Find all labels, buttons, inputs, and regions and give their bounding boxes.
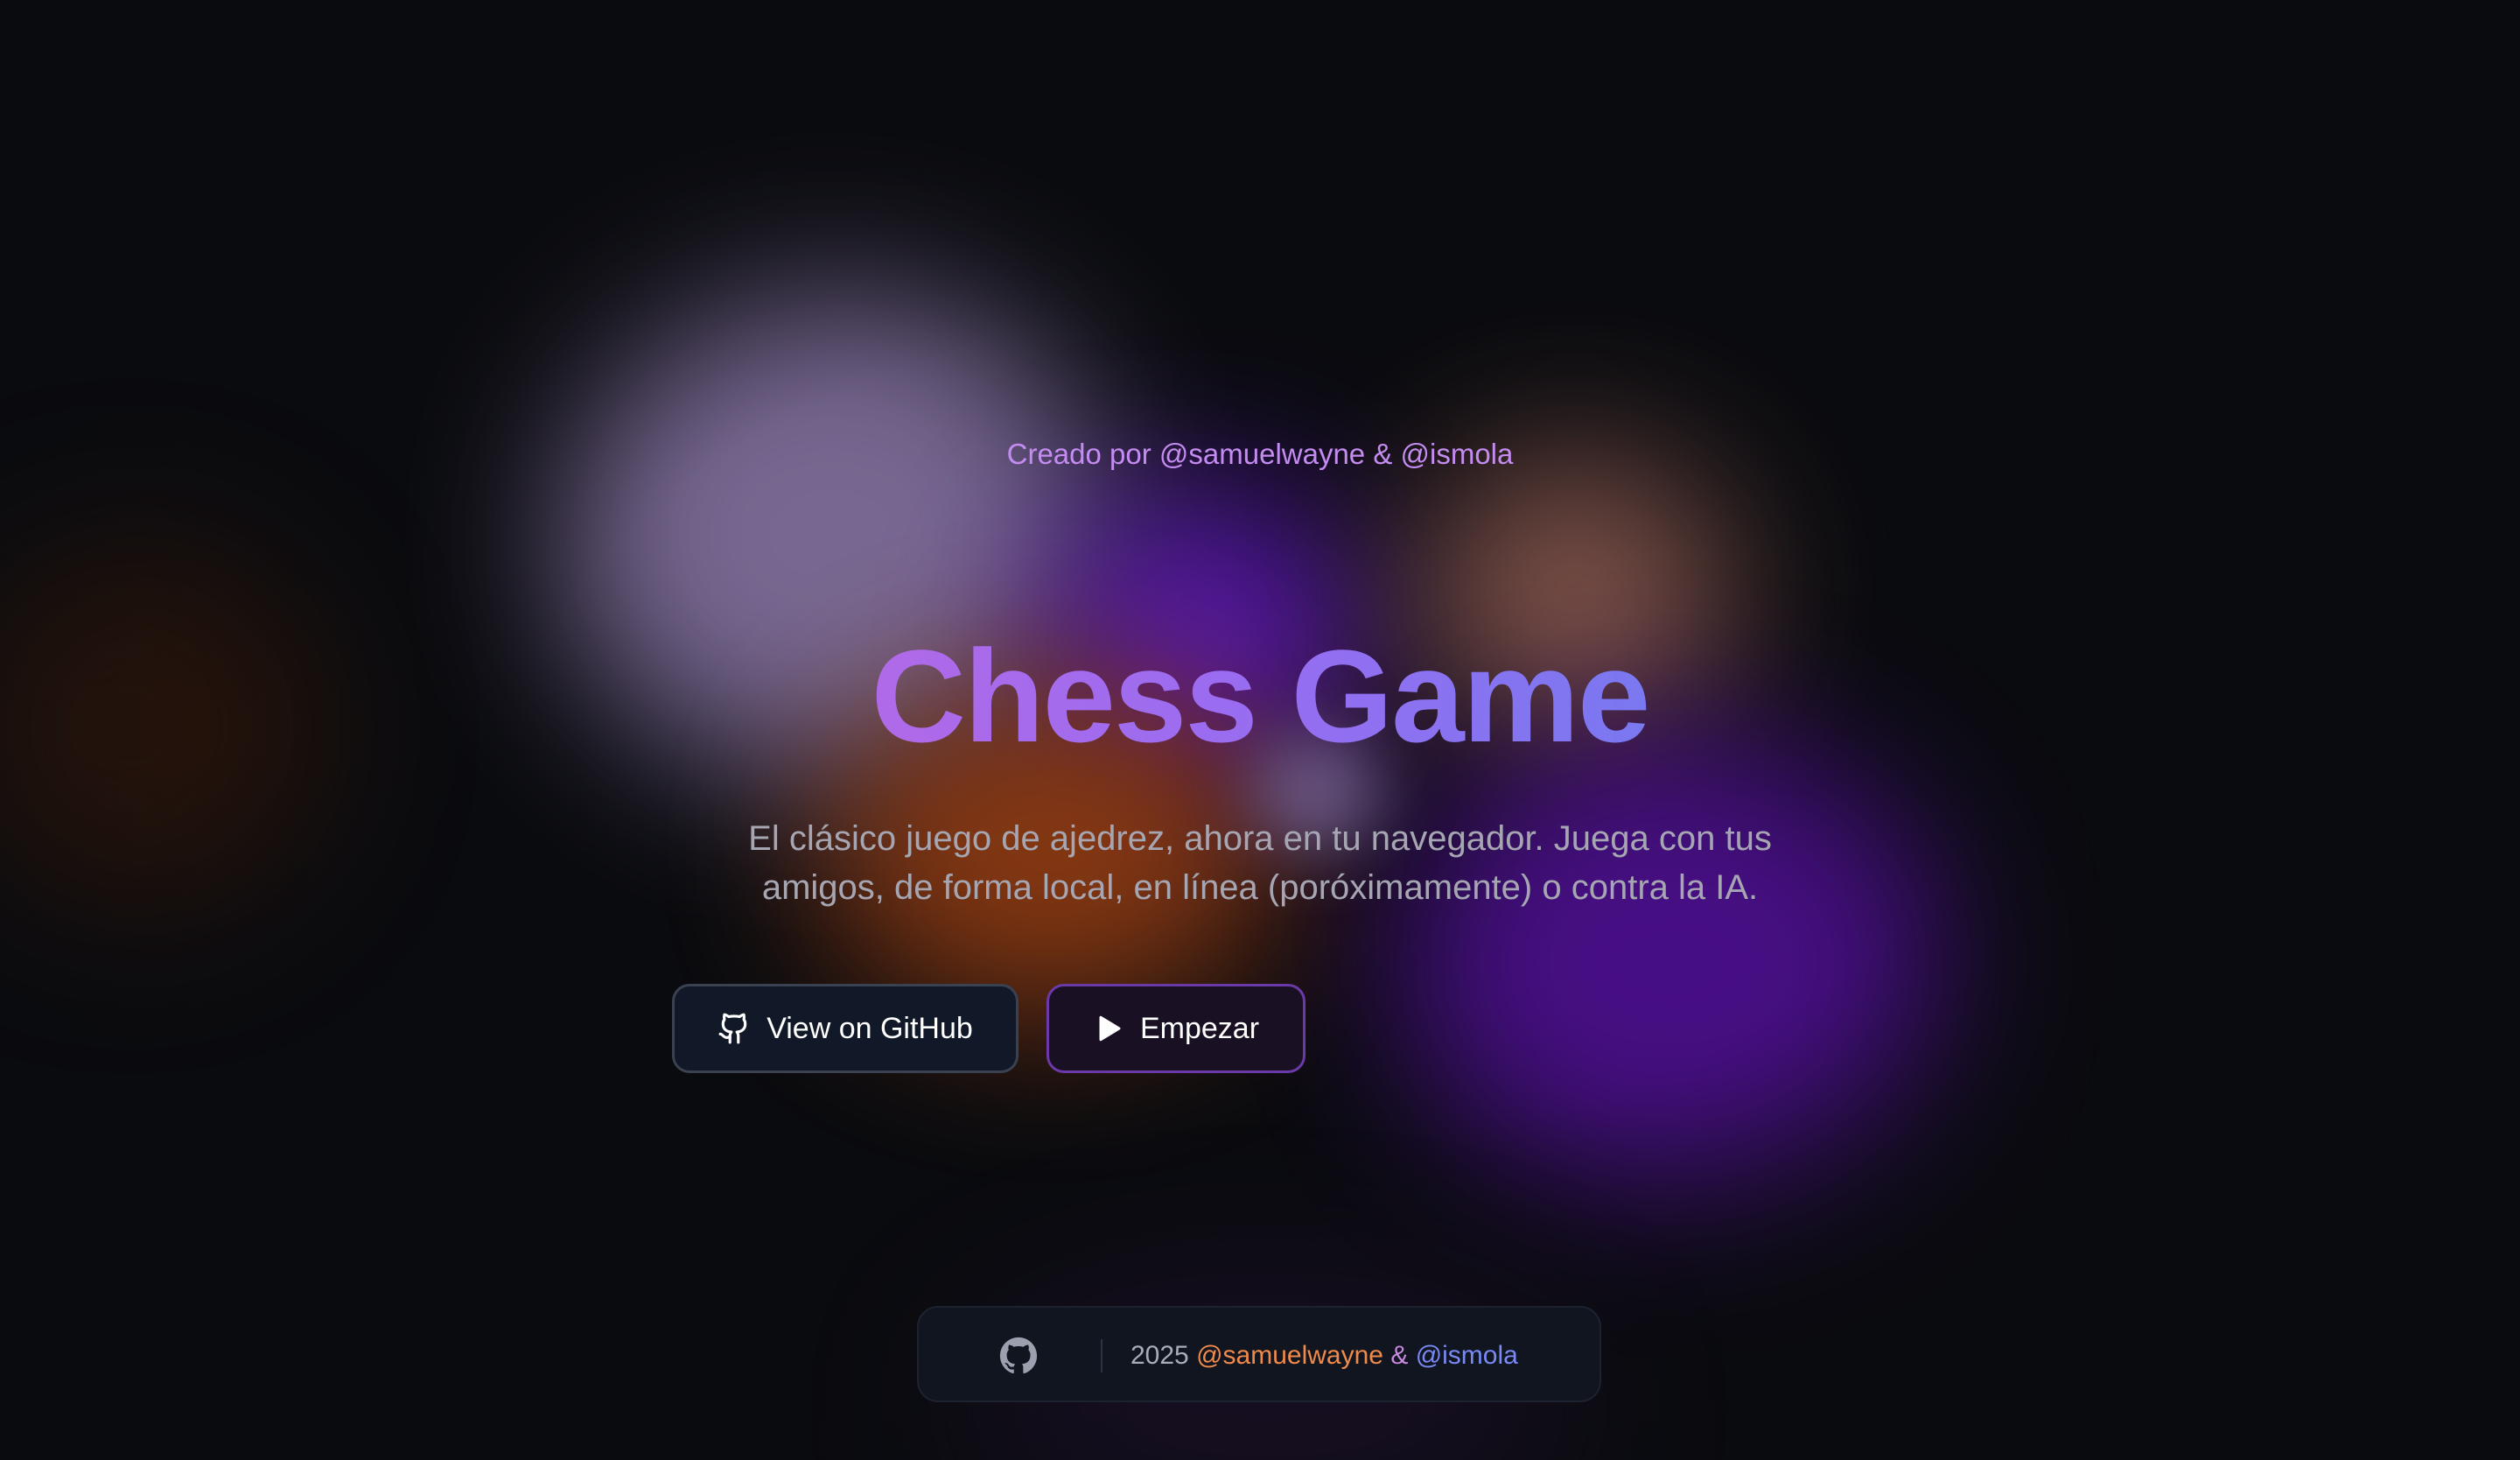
credit-line: Creado por @samuelwayne & @ismola: [1006, 438, 1514, 470]
start-label: Empezar: [1139, 1011, 1260, 1045]
start-button[interactable]: Empezar: [1046, 984, 1306, 1073]
footer-credits: 2025 @samuelwayne & @ismola: [1130, 1308, 1518, 1404]
footer: 2025 @samuelwayne & @ismola: [917, 1306, 1601, 1402]
footer-handle-ismola[interactable]: @ismola: [1416, 1341, 1518, 1370]
background-glow: [1400, 735, 1942, 1190]
github-icon: [718, 1012, 751, 1045]
page-title-text: Chess Game: [871, 622, 1651, 769]
play-icon: [1093, 1012, 1124, 1045]
footer-year: 2025: [1130, 1341, 1189, 1370]
page-subtitle: El clásico juego de ajedrez, ahora en tu…: [748, 819, 1772, 907]
footer-ampersand: &: [1390, 1341, 1409, 1370]
page-title: Chess Game: [0, 621, 2520, 770]
view-on-github-label: View on GitHub: [766, 1011, 973, 1045]
github-icon[interactable]: [999, 1337, 1038, 1375]
landing-page: Creado por @samuelwayne & @ismola Chess …: [0, 0, 2520, 1460]
footer-handle-samuelwayne[interactable]: @samuelwayne: [1196, 1341, 1383, 1370]
footer-divider: [1101, 1339, 1102, 1372]
view-on-github-button[interactable]: View on GitHub: [672, 984, 1018, 1073]
